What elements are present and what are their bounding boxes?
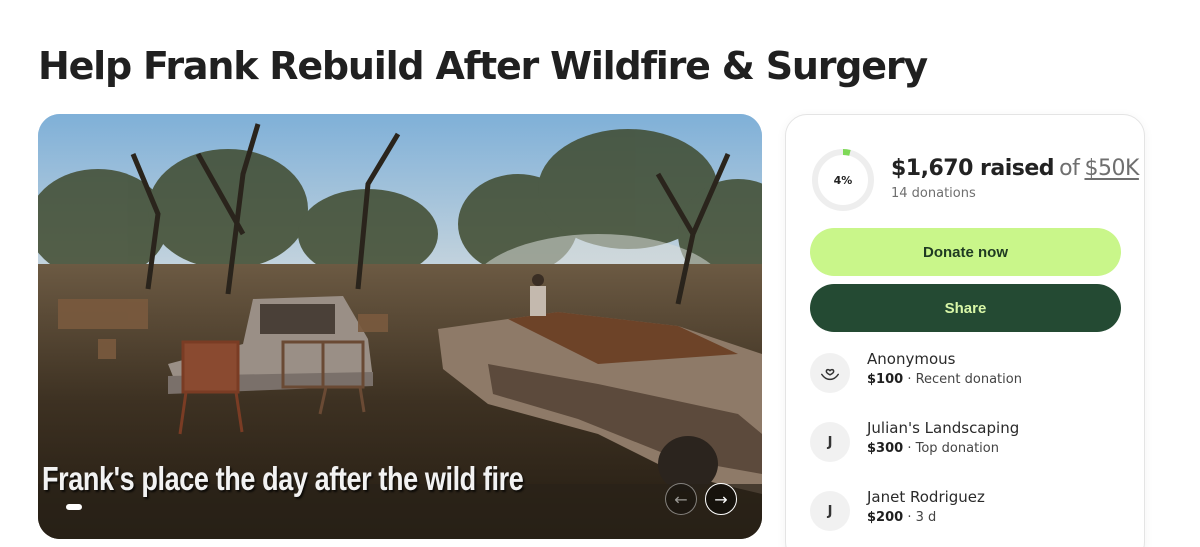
donation-list-item: J Julian's Landscaping $300 · Top donati…: [810, 417, 1121, 467]
arrow-left-icon: ←: [674, 489, 688, 509]
donation-note: · 3 d: [903, 510, 937, 525]
donation-amount: $200: [867, 510, 904, 525]
donation-card: 4% $1,670 raised of $50K 14 donations Do…: [785, 114, 1145, 547]
donation-amount: $100: [867, 372, 904, 387]
raised-of: of: [1059, 156, 1080, 181]
donor-name: Anonymous: [867, 350, 956, 368]
share-button[interactable]: Share: [810, 284, 1121, 332]
page-title: Help Frank Rebuild After Wildfire & Surg…: [38, 44, 928, 88]
donation-count: 14 donations: [891, 186, 976, 201]
carousel-indicator-active[interactable]: [66, 504, 82, 510]
donation-list-item: J Janet Rodriguez $200 · 3 d: [810, 486, 1121, 536]
hero-caption: Frank's place the day after the wild fir…: [42, 460, 524, 497]
carousel-next-button[interactable]: →: [705, 483, 737, 515]
donation-heart-hand-icon: [810, 353, 850, 393]
donor-avatar: J: [810, 422, 850, 462]
raised-amount: $1,670 raised: [891, 156, 1055, 181]
progress-percent: 4%: [833, 173, 853, 187]
donate-now-button[interactable]: Donate now: [810, 228, 1121, 276]
raised-summary: $1,670 raised of $50K: [891, 156, 1139, 181]
donation-amount: $300: [867, 441, 904, 456]
carousel-prev-button[interactable]: ←: [665, 483, 697, 515]
arrow-right-icon: →: [714, 489, 728, 509]
hero-image-carousel[interactable]: Frank's place the day after the wild fir…: [38, 114, 762, 539]
donor-meta: $100 · Recent donation: [867, 372, 1022, 387]
donation-list-item: Anonymous $100 · Recent donation: [810, 348, 1121, 398]
donor-avatar: J: [810, 491, 850, 531]
donation-note: · Recent donation: [903, 372, 1022, 387]
donor-name: Janet Rodriguez: [867, 488, 985, 506]
donor-meta: $300 · Top donation: [867, 441, 999, 456]
goal-amount-link[interactable]: $50K: [1084, 156, 1139, 181]
donor-meta: $200 · 3 d: [867, 510, 936, 525]
donation-note: · Top donation: [903, 441, 999, 456]
donor-name: Julian's Landscaping: [867, 419, 1020, 437]
